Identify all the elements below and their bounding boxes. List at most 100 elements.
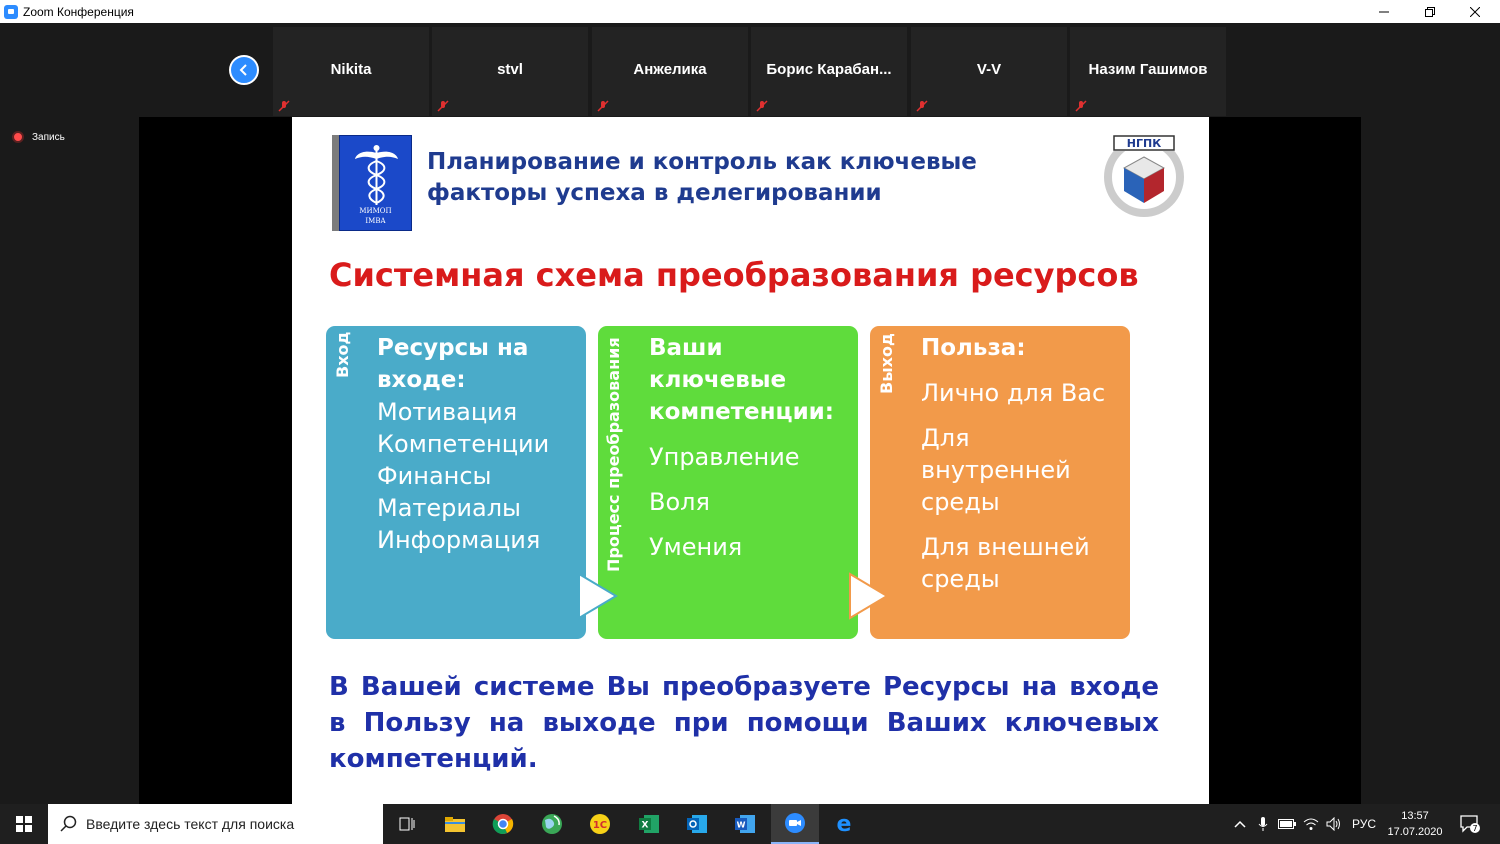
network-tray[interactable] (1300, 804, 1322, 844)
windows-icon (16, 816, 32, 832)
1c-button[interactable]: 1С (576, 804, 624, 844)
box-item: Умения (649, 533, 743, 561)
excel-icon: X (639, 815, 659, 833)
notifications-button[interactable]: 7 (1455, 804, 1485, 844)
box-side-label: Вход (333, 331, 352, 378)
globe-app-button[interactable] (528, 804, 576, 844)
muted-mic-icon (1075, 100, 1087, 112)
book-logo: МИМОП IMBA (332, 135, 412, 231)
process-box: Процесс преобразования Ваши ключевые ком… (598, 326, 858, 639)
participant-tile[interactable]: Nikita (273, 27, 429, 116)
file-explorer-button[interactable] (431, 804, 479, 844)
input-box: Вход Ресурсы на входе: Мотивация Компете… (326, 326, 586, 639)
previous-participants-button[interactable] (229, 55, 259, 85)
svg-text:e: e (837, 813, 852, 835)
recording-indicator[interactable]: Запись (12, 131, 65, 143)
recording-label: Запись (32, 131, 65, 143)
participant-tile[interactable]: stvl (432, 27, 588, 116)
participant-tile[interactable]: Борис Карабан... (751, 27, 907, 116)
slide-heading: Системная схема преобразования ресурсов (329, 256, 1139, 294)
word-button[interactable]: W (721, 804, 769, 844)
box-item: Лично для Вас (921, 379, 1106, 407)
volume-tray[interactable] (1323, 804, 1345, 844)
edge-icon: e (837, 813, 852, 835)
box-title-line: входе: (377, 367, 466, 393)
participant-tile[interactable]: Назим Гашимов (1070, 27, 1226, 116)
caduceus-icon (355, 145, 398, 205)
box-item: Для внешней среды (921, 533, 1090, 593)
participant-name: V-V (976, 61, 1002, 78)
participant-name: Анжелика (633, 61, 707, 78)
muted-mic-icon (916, 100, 928, 112)
input-language[interactable]: РУС (1347, 804, 1381, 844)
taskbar-search[interactable] (48, 804, 383, 844)
box-title-line: Польза: (921, 335, 1026, 361)
box-item: Управление (649, 443, 800, 471)
box-title-line: ключевые (649, 367, 787, 393)
box-title-line: Ресурсы на (377, 335, 529, 361)
participant-name: Nikita (330, 61, 372, 78)
close-icon (1470, 6, 1480, 17)
slide-footer: В Вашей системе Вы преобразуете Ресурсы … (329, 672, 1159, 774)
minimize-button[interactable] (1361, 0, 1407, 23)
participant-name: Борис Карабан... (766, 61, 892, 78)
folder-icon (445, 817, 465, 832)
ngpk-logo: НГПК (1104, 135, 1184, 217)
microphone-tray[interactable] (1253, 804, 1273, 844)
task-view-button[interactable] (383, 804, 431, 844)
participant-name: stvl (497, 61, 523, 78)
chevron-up-icon (1234, 820, 1246, 828)
microphone-icon (1258, 817, 1268, 831)
box-side-label: Выход (877, 333, 896, 394)
word-icon: W (735, 815, 755, 833)
taskbar-clock[interactable]: 13:57 17.07.2020 (1380, 808, 1450, 840)
presentation-slide: МИМОП IMBA Планирование и контроль как к… (292, 117, 1209, 804)
start-button[interactable] (0, 804, 48, 844)
output-box: Выход Польза: Лично для Вас Для внутренн… (870, 326, 1130, 639)
chevron-left-icon (239, 64, 247, 76)
box-item: Материалы (377, 494, 521, 522)
muted-mic-icon (437, 100, 449, 112)
svg-text:W: W (737, 821, 746, 830)
book-text-line2: IMBA (365, 217, 386, 225)
box-item: Для внутренней среды (921, 424, 1071, 516)
clock-date: 17.07.2020 (1387, 826, 1443, 838)
outlook-button[interactable] (673, 804, 721, 844)
muted-mic-icon (756, 100, 768, 112)
globe-icon (542, 814, 562, 834)
restore-icon (1425, 6, 1435, 17)
minimize-icon (1379, 11, 1389, 12)
tray-overflow-button[interactable] (1230, 804, 1250, 844)
chrome-icon (492, 814, 514, 834)
box-item: Компетенции (377, 430, 550, 458)
chrome-button[interactable] (479, 804, 527, 844)
zoom-taskbar-button[interactable] (771, 804, 819, 844)
1c-icon: 1С (590, 814, 610, 834)
svg-text:1С: 1С (593, 820, 607, 831)
outlook-icon (687, 815, 707, 833)
box-item: Финансы (377, 462, 492, 490)
close-button[interactable] (1452, 0, 1498, 23)
arrow-right-icon (578, 572, 618, 620)
restore-button[interactable] (1407, 0, 1453, 23)
battery-icon (1278, 819, 1296, 829)
search-input[interactable] (86, 816, 366, 832)
battery-tray[interactable] (1276, 804, 1298, 844)
excel-button[interactable]: X (625, 804, 673, 844)
book-text-line1: МИМОП (359, 207, 392, 215)
participant-name: Назим Гашимов (1088, 61, 1208, 78)
taskbar: 1С X W e РУС 13:57 17.07.2020 7 (0, 804, 1500, 844)
participant-tile[interactable]: Анжелика (592, 27, 748, 116)
window-title: Zoom Конференция (23, 4, 134, 19)
participant-tile[interactable]: V-V (911, 27, 1067, 116)
box-title-line: компетенции: (649, 399, 834, 425)
box-title-line: Ваши (649, 335, 723, 361)
logo-text: НГПК (1127, 137, 1161, 150)
muted-mic-icon (597, 100, 609, 112)
zoom-app-icon (4, 4, 18, 19)
edge-button[interactable]: e (820, 804, 868, 844)
slide-title: Планирование и контроль как ключевые фак… (427, 149, 977, 206)
box-item: Воля (649, 488, 710, 516)
notification-icon: 7 (1460, 815, 1480, 833)
clock-time: 13:57 (1401, 810, 1429, 822)
